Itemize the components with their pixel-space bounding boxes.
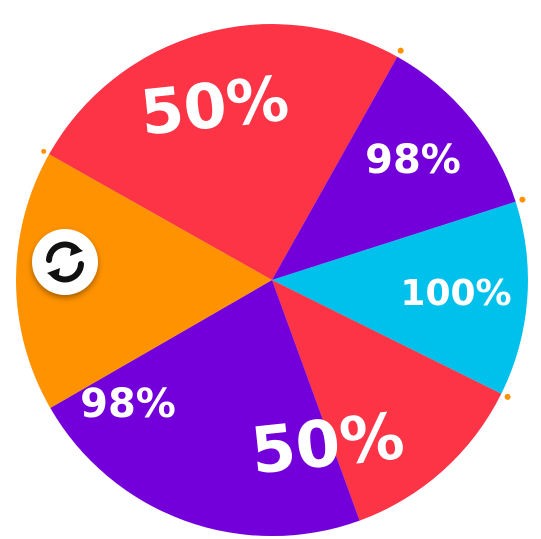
segment-label: 100% bbox=[400, 273, 511, 314]
wheel-peg bbox=[519, 196, 526, 203]
spin-button[interactable] bbox=[32, 229, 98, 295]
refresh-icon bbox=[46, 241, 84, 283]
prize-wheel[interactable]: 50% 98% 100% 50% 98% bbox=[0, 0, 541, 539]
wheel-peg bbox=[41, 148, 47, 154]
segment-label: 50% bbox=[137, 62, 292, 150]
wheel-peg bbox=[397, 47, 404, 54]
wheel-peg bbox=[504, 393, 511, 400]
segment-label: 98% bbox=[80, 381, 176, 427]
segment-label: 98% bbox=[365, 137, 461, 183]
